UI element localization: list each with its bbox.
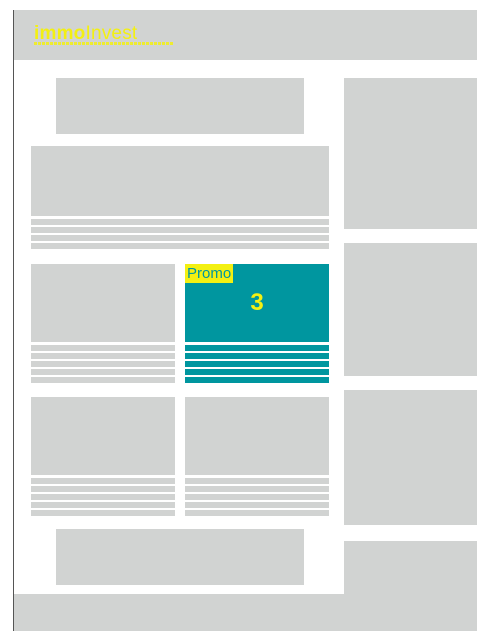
article-1-text[interactable] [31, 345, 175, 385]
sidebar-ad-3[interactable] [344, 390, 477, 525]
logo-tagline-graphic [34, 42, 174, 45]
text-line [185, 478, 329, 484]
promo-number: 3 [250, 289, 264, 316]
sidebar-ad-4[interactable] [344, 541, 477, 594]
article-3-image[interactable] [185, 397, 329, 475]
text-line [31, 510, 175, 516]
article-1-image[interactable] [31, 264, 175, 342]
text-line [185, 502, 329, 508]
text-line [185, 377, 329, 383]
article-3-text[interactable] [185, 478, 329, 518]
top-border [0, 0, 477, 10]
text-line [31, 502, 175, 508]
article-2-image[interactable] [31, 397, 175, 475]
article-2-text[interactable] [31, 478, 175, 518]
hero-article-image[interactable] [31, 146, 329, 216]
text-line [185, 494, 329, 500]
text-line [31, 494, 175, 500]
logo-text-light: Invest [85, 23, 138, 44]
text-line [31, 243, 329, 249]
text-line [31, 377, 175, 383]
site-header: immoInvest [14, 10, 477, 60]
page: immoInvest Promo 3 [0, 0, 477, 631]
text-line [31, 478, 175, 484]
promo-text[interactable] [185, 345, 329, 385]
top-banner-ad[interactable] [56, 78, 304, 134]
text-line [31, 486, 175, 492]
text-line [31, 361, 175, 367]
text-line [31, 227, 329, 233]
text-line [185, 353, 329, 359]
hero-article-text[interactable] [31, 219, 329, 251]
promo-block[interactable]: Promo 3 [185, 264, 329, 342]
text-line [185, 510, 329, 516]
bottom-banner-ad[interactable] [56, 529, 304, 585]
text-line [185, 486, 329, 492]
sidebar-ad-2[interactable] [344, 243, 477, 376]
site-footer [14, 594, 477, 631]
text-line [31, 353, 175, 359]
text-line [31, 369, 175, 375]
sidebar-ad-1[interactable] [344, 78, 477, 229]
text-line [185, 345, 329, 351]
text-line [185, 369, 329, 375]
text-line [31, 345, 175, 351]
promo-label: Promo [185, 264, 234, 283]
text-line [31, 219, 329, 225]
immoinvest-logo[interactable]: immoInvest [34, 23, 174, 46]
text-line [31, 235, 329, 241]
left-border [13, 10, 14, 631]
text-line [185, 361, 329, 367]
logo-text-bold: immo [34, 23, 86, 44]
